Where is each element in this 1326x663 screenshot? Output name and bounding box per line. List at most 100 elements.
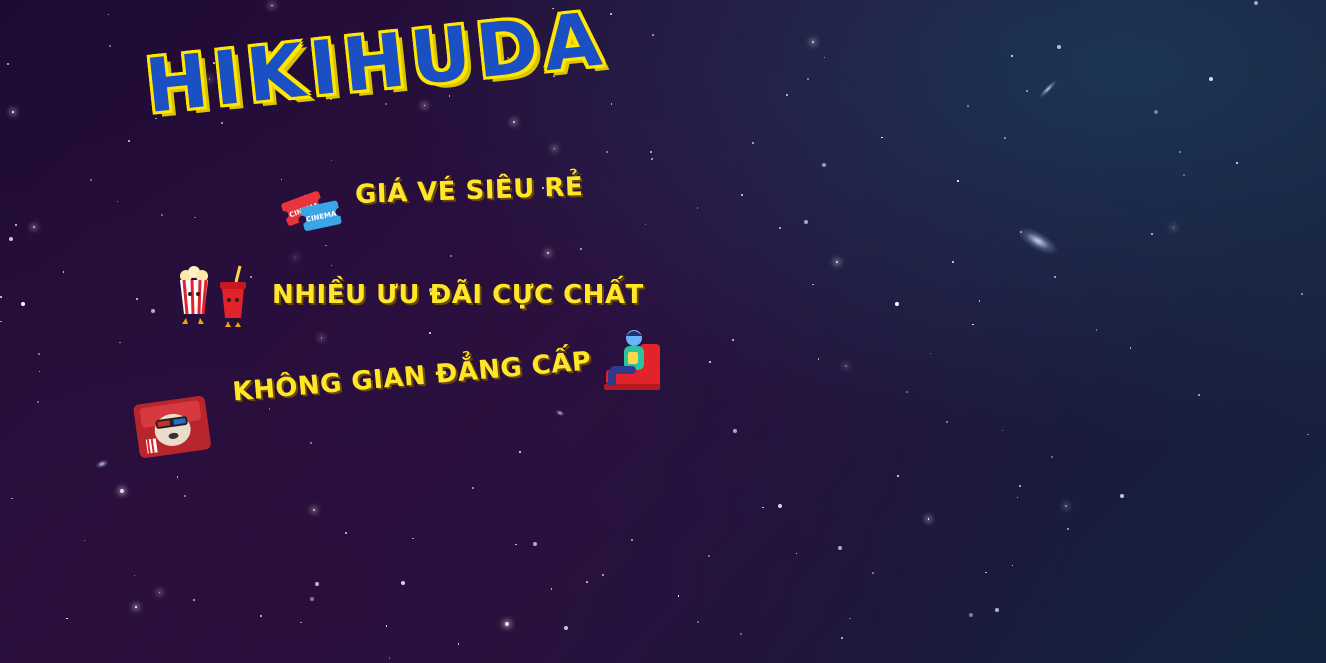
star [881, 136, 883, 139]
star [62, 271, 65, 273]
star [1119, 494, 1124, 499]
star [804, 219, 809, 224]
star [513, 121, 515, 123]
star [741, 194, 744, 197]
star [515, 543, 517, 546]
star [1057, 45, 1061, 49]
star [978, 300, 981, 302]
star [133, 574, 136, 577]
galaxy [554, 408, 566, 418]
star [412, 537, 414, 540]
star [927, 518, 930, 520]
star [268, 408, 271, 410]
star [1010, 55, 1013, 58]
star [1154, 109, 1159, 114]
star [995, 608, 1000, 613]
star [778, 504, 783, 509]
star [532, 541, 537, 546]
star [1011, 564, 1014, 567]
star [871, 572, 874, 575]
star [967, 105, 969, 107]
star [280, 178, 283, 181]
star [120, 488, 125, 493]
star [610, 103, 613, 105]
star [294, 256, 297, 259]
star [504, 622, 509, 627]
star [1095, 329, 1098, 331]
star [1208, 77, 1213, 82]
star [193, 598, 196, 601]
star [158, 591, 161, 594]
star [450, 255, 453, 258]
star [650, 158, 653, 161]
star [739, 633, 742, 636]
star [1050, 455, 1053, 458]
star [325, 244, 327, 247]
star [310, 442, 312, 444]
star [310, 597, 315, 602]
star [151, 308, 156, 313]
popcorn-and-drink-icon [180, 265, 246, 327]
star [580, 248, 583, 251]
star [116, 200, 119, 203]
cinema-ticket-icon: CINEMA CINEMA [280, 191, 342, 231]
star [32, 226, 35, 229]
star [107, 13, 110, 16]
star [806, 78, 809, 81]
star [841, 636, 844, 639]
star [423, 104, 426, 107]
star [957, 180, 959, 182]
star [821, 163, 826, 168]
star [136, 298, 139, 301]
star [946, 420, 949, 423]
star [6, 63, 9, 66]
star [184, 494, 187, 497]
star [11, 497, 13, 500]
star [709, 360, 712, 363]
star [817, 358, 820, 360]
galaxy [94, 457, 110, 471]
star [732, 429, 737, 434]
star [194, 216, 196, 219]
star [1001, 429, 1004, 432]
star [135, 606, 137, 608]
star [1019, 484, 1022, 487]
star [1183, 174, 1186, 177]
star [1307, 433, 1309, 436]
star [400, 580, 405, 585]
star [1172, 226, 1175, 229]
star [1026, 89, 1029, 92]
star [697, 620, 700, 623]
star [602, 573, 605, 576]
star [605, 151, 608, 154]
star [15, 223, 18, 226]
star [968, 613, 973, 618]
star [779, 227, 782, 230]
star [786, 94, 789, 97]
star [0, 320, 2, 323]
star [894, 301, 899, 306]
star [972, 323, 974, 326]
star [696, 207, 699, 209]
star [1003, 137, 1006, 140]
star [563, 626, 568, 631]
star [83, 539, 86, 542]
star [1253, 1, 1258, 6]
star [546, 252, 549, 255]
star [312, 508, 315, 511]
star [330, 159, 333, 162]
star [36, 400, 39, 403]
star [1151, 233, 1154, 236]
star [260, 614, 263, 617]
star [838, 545, 843, 550]
star [38, 370, 41, 373]
star [471, 486, 474, 489]
star [20, 302, 25, 307]
star [66, 617, 68, 620]
star [89, 179, 92, 182]
star [271, 4, 273, 7]
star [836, 260, 839, 263]
star [38, 353, 41, 356]
star [1053, 275, 1056, 278]
star [1066, 527, 1069, 530]
